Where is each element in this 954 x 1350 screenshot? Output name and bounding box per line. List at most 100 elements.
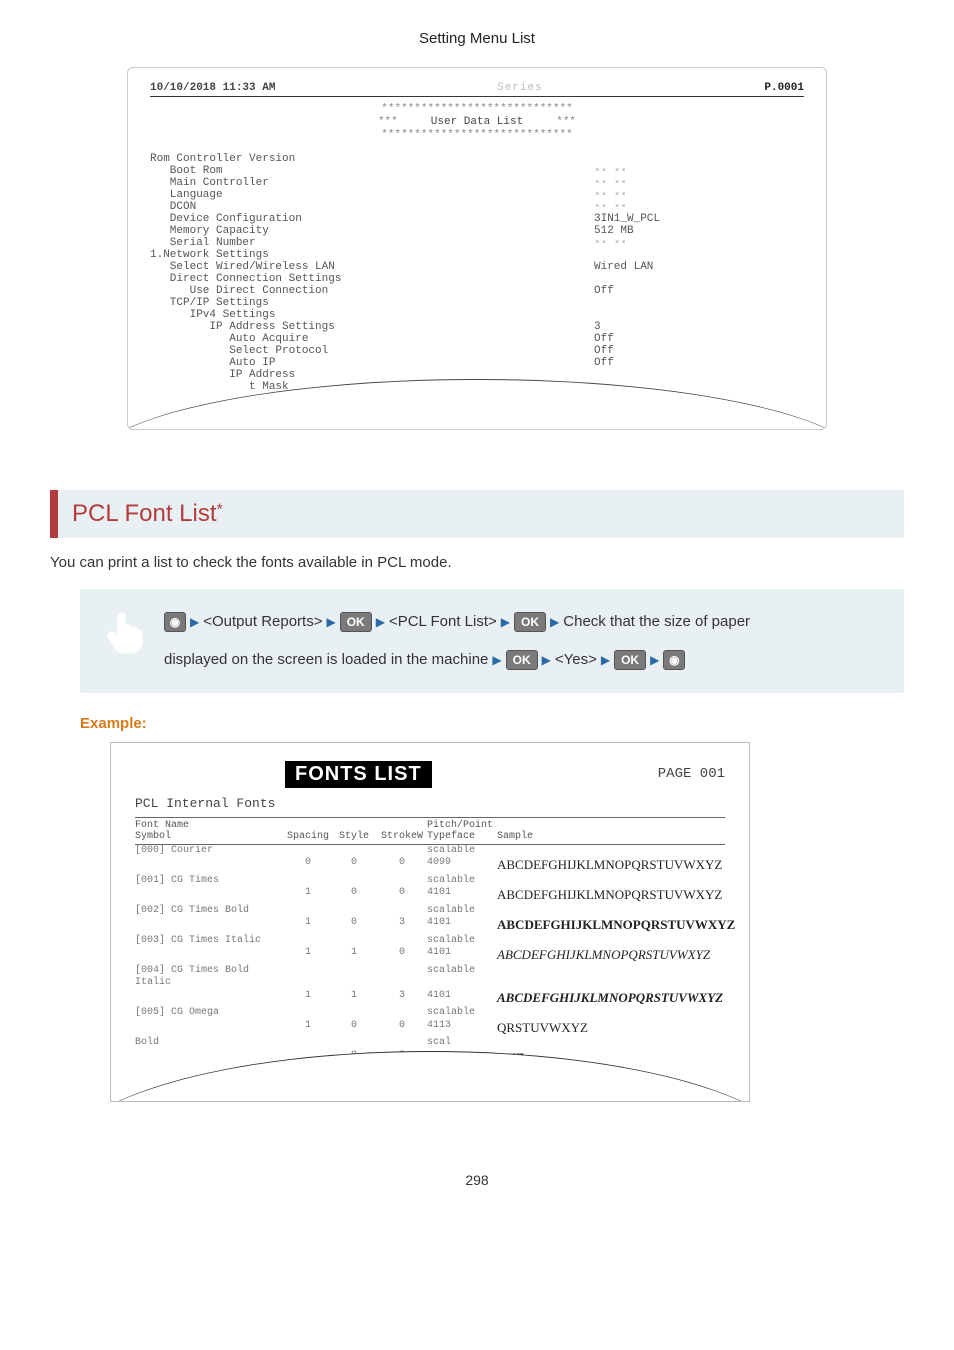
- print-row-label: Rom Controller Version: [150, 153, 564, 165]
- font-sample: ABCDEFGHIJKLMNOPQRSTUVWXYZ: [497, 857, 722, 872]
- print-row-value: [564, 369, 804, 381]
- page-header: Setting Menu List: [50, 30, 904, 47]
- menu-key-icon: ◉: [663, 650, 685, 670]
- print-row-label: Main Controller: [150, 177, 564, 189]
- print-row-label: Direct Connection Settings: [150, 273, 564, 285]
- arrow-icon: ▶: [601, 648, 610, 672]
- th-sample: Sample: [497, 831, 725, 842]
- print-timestamp: 10/10/2018 11:33 AM: [150, 82, 275, 94]
- font-row-data: 1134101ABCDEFGHIJKLMNOPQRSTUVWXYZ: [135, 990, 725, 1008]
- th-symbol: Symbol: [135, 831, 285, 842]
- fonts-list-title: FONTS LIST: [285, 761, 432, 788]
- print-row: Serial Number▪▪ ▪▪: [150, 237, 804, 249]
- print-row-label: DCON: [150, 201, 564, 213]
- th-fontname: Font Name: [135, 820, 285, 831]
- banner-right: ***: [556, 116, 576, 128]
- fonts-subtitle: PCL Internal Fonts: [135, 796, 725, 811]
- section-title: PCL Font List: [72, 500, 217, 527]
- print-row-label: IP Address Settings: [150, 321, 564, 333]
- font-sample: ABCDEFGHIJKLMNOPQRSTUVWXYZ: [497, 917, 735, 932]
- print-row-value: 512 MB: [564, 225, 804, 237]
- print-row-value: Off: [564, 333, 804, 345]
- font-row-name: [001] CG Timesscalable: [135, 875, 725, 888]
- th-spacing: Spacing: [285, 831, 331, 842]
- print-row-value: Off: [564, 345, 804, 357]
- print-row-value: ▪▪ ▪▪: [564, 201, 804, 213]
- print-row-value: Wired LAN: [564, 261, 804, 273]
- print-row-label: TCP/IP Settings: [150, 297, 564, 309]
- print-row-value: ▪▪ ▪▪: [564, 189, 804, 201]
- print-row: Boot Rom▪▪ ▪▪: [150, 165, 804, 177]
- th-pitch: Pitch/Point: [427, 820, 497, 831]
- print-row-label: Boot Rom: [150, 165, 564, 177]
- print-row-value: [564, 309, 804, 321]
- instruction-fragment: <PCL Font List>: [389, 607, 497, 637]
- arrow-icon: ▶: [650, 648, 659, 672]
- ok-key: OK: [506, 650, 538, 670]
- arrow-icon: ▶: [326, 610, 335, 634]
- instruction-fragment: Check that the size of paper: [563, 607, 750, 637]
- instruction-text: ◉▶ <Output Reports> ▶OK▶ <PCL Font List>…: [164, 607, 882, 675]
- pointer-hand-icon: [102, 607, 150, 655]
- ok-key: OK: [340, 612, 372, 632]
- arrow-icon: ▶: [550, 610, 559, 634]
- th-style: Style: [331, 831, 377, 842]
- print-row-label: IPv4 Settings: [150, 309, 564, 321]
- ok-key: OK: [514, 612, 546, 632]
- instruction-panel: ◉▶ <Output Reports> ▶OK▶ <PCL Font List>…: [80, 589, 904, 693]
- print-row-label: Select Wired/Wireless LAN: [150, 261, 564, 273]
- print-row: Select Wired/Wireless LANWired LAN: [150, 261, 804, 273]
- print-row-label: Language: [150, 189, 564, 201]
- print-row: Direct Connection Settings: [150, 273, 804, 285]
- fonts-table-header: Font Name Symbol Spacing Style StrokeW P…: [135, 817, 725, 845]
- print-row: Memory Capacity512 MB: [150, 225, 804, 237]
- print-row: Device Configuration3IN1_W_PCL: [150, 213, 804, 225]
- arrow-icon: ▶: [542, 648, 551, 672]
- arrow-icon: ▶: [376, 610, 385, 634]
- print-row-label: Serial Number: [150, 237, 564, 249]
- section-asterisk: *: [217, 501, 223, 518]
- print-row-value: ▪▪ ▪▪: [564, 165, 804, 177]
- print-banner: ***************************** *** User D…: [150, 103, 804, 143]
- print-row-label: Use Direct Connection: [150, 285, 564, 297]
- arrow-icon: ▶: [190, 610, 199, 634]
- menu-key-icon: ◉: [164, 612, 186, 632]
- print-row-value: 3: [564, 321, 804, 333]
- print-row: Language▪▪ ▪▪: [150, 189, 804, 201]
- print-series: Series: [497, 82, 543, 94]
- print-row-value: [564, 249, 804, 261]
- arrow-icon: ▶: [492, 648, 501, 672]
- print-row-value: 3IN1_W_PCL: [564, 213, 804, 225]
- print-page-number: P.0001: [764, 82, 804, 94]
- font-row-name: [003] CG Times Italicscalable: [135, 935, 725, 948]
- font-row-data: 1004113QRSTUVWXYZ: [135, 1020, 725, 1038]
- print-row-label: Select Protocol: [150, 345, 564, 357]
- print-row-value: ▪▪ ▪▪: [564, 177, 804, 189]
- section-description: You can print a list to check the fonts …: [50, 554, 904, 571]
- fonts-list-printout: FONTS LIST PAGE 001 PCL Internal Fonts F…: [110, 742, 750, 1103]
- instruction-fragment: <Yes>: [555, 645, 597, 675]
- print-row: Rom Controller Version: [150, 153, 804, 165]
- font-sample: ABCDEFGHIJKLMNOPQRSTUVWXYZ: [497, 887, 722, 902]
- instruction-fragment: <Output Reports>: [203, 607, 322, 637]
- font-sample: ABCDEFGHIJKLMNOPQRSTUVWXYZ: [497, 990, 723, 1005]
- user-data-list-printout: 10/10/2018 11:33 AM Series P.0001 ******…: [127, 67, 827, 430]
- print-row: Use Direct ConnectionOff: [150, 285, 804, 297]
- th-typeface: Typeface: [427, 831, 497, 842]
- print-row-value: [564, 273, 804, 285]
- ok-key: OK: [614, 650, 646, 670]
- font-row-name: Boldscal: [135, 1037, 725, 1050]
- print-row-label: Memory Capacity: [150, 225, 564, 237]
- print-row-value: Off: [564, 285, 804, 297]
- print-row-label: 1.Network Settings: [150, 249, 564, 261]
- arrow-icon: ▶: [501, 610, 510, 634]
- fonts-page-number: PAGE 001: [658, 766, 725, 782]
- print-row-label: Auto IP: [150, 357, 564, 369]
- print-row: DCON▪▪ ▪▪: [150, 201, 804, 213]
- banner-title: User Data List: [431, 116, 523, 128]
- font-row-data: 0004099ABCDEFGHIJKLMNOPQRSTUVWXYZ: [135, 857, 725, 875]
- print-row-label: Auto Acquire: [150, 333, 564, 345]
- print-row-value: ▪▪ ▪▪: [564, 237, 804, 249]
- print-row: Auto AcquireOff: [150, 333, 804, 345]
- instruction-fragment: displayed on the screen is loaded in the…: [164, 645, 488, 675]
